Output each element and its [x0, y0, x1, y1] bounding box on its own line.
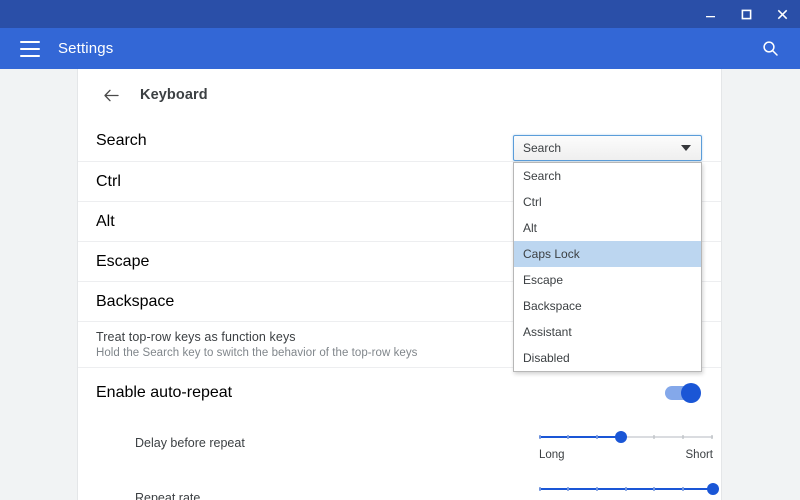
select-option[interactable]: Caps Lock [514, 241, 701, 267]
select-option[interactable]: Alt [514, 215, 701, 241]
minimize-icon [705, 15, 715, 17]
select-button[interactable]: Search [513, 135, 702, 161]
repeat-slider[interactable] [539, 481, 719, 497]
select-option[interactable]: Backspace [514, 293, 701, 319]
select-option-label: Backspace [523, 299, 582, 313]
minimize-button[interactable] [692, 0, 728, 28]
select-option-label: Escape [523, 273, 564, 287]
select-option[interactable]: Search [514, 163, 701, 189]
page-header: Keyboard [78, 69, 721, 121]
app-header: Settings [0, 28, 800, 69]
select-option[interactable]: Disabled [514, 345, 701, 371]
back-arrow-icon [103, 89, 119, 101]
select-option[interactable]: Escape [514, 267, 701, 293]
back-button[interactable] [98, 82, 124, 108]
delay-slider-knob[interactable] [615, 431, 627, 443]
search-button[interactable] [750, 28, 790, 69]
auto-repeat-toggle[interactable] [665, 382, 701, 403]
maximize-icon [741, 9, 751, 19]
delay-slider-min-label: Long [539, 449, 565, 461]
select-option-label: Caps Lock [523, 247, 580, 261]
toggle-knob [681, 382, 701, 403]
delay-slider[interactable] [539, 429, 713, 445]
page-title: Keyboard [140, 87, 208, 103]
repeat-rate-label: Repeat rate [135, 491, 201, 500]
select-value: Search [523, 141, 562, 155]
close-button[interactable] [764, 0, 800, 28]
select-option-label: Alt [523, 221, 538, 235]
settings-window: Settings Keyboard Search Ctrl Alt Escape… [0, 0, 800, 500]
maximize-button[interactable] [728, 0, 764, 28]
window-titlebar [0, 0, 800, 28]
chevron-down-icon [681, 145, 691, 151]
select-option[interactable]: Assistant [514, 319, 701, 345]
search-icon [762, 41, 778, 56]
row-auto-repeat-label: Enable auto-repeat [96, 383, 233, 401]
repeat-slider-knob[interactable] [707, 483, 719, 495]
select-options-list[interactable]: Search Ctrl Alt Caps Lock Escape Backspace Ass… [513, 162, 702, 372]
select-option[interactable]: Ctrl [514, 189, 701, 215]
close-icon [777, 9, 787, 19]
delay-slider-fill [539, 436, 621, 438]
select-option-label: Assistant [523, 325, 572, 339]
hamburger-menu-icon[interactable] [20, 40, 40, 57]
app-title: Settings [58, 40, 114, 57]
row-auto-repeat[interactable]: Enable auto-repeat [78, 367, 721, 417]
search-key-select[interactable]: Search Search Ctrl Alt Caps Lock Escape Backs… [513, 135, 702, 372]
select-option-label: Ctrl [523, 195, 542, 209]
delay-slider-block: Long Short [539, 429, 713, 461]
repeat-slider-block [539, 481, 719, 497]
delay-before-repeat-label: Delay before repeat [135, 436, 245, 450]
delay-slider-max-label: Short [685, 449, 714, 461]
select-option-label: Search [523, 169, 562, 183]
select-option-label: Disabled [523, 351, 570, 365]
